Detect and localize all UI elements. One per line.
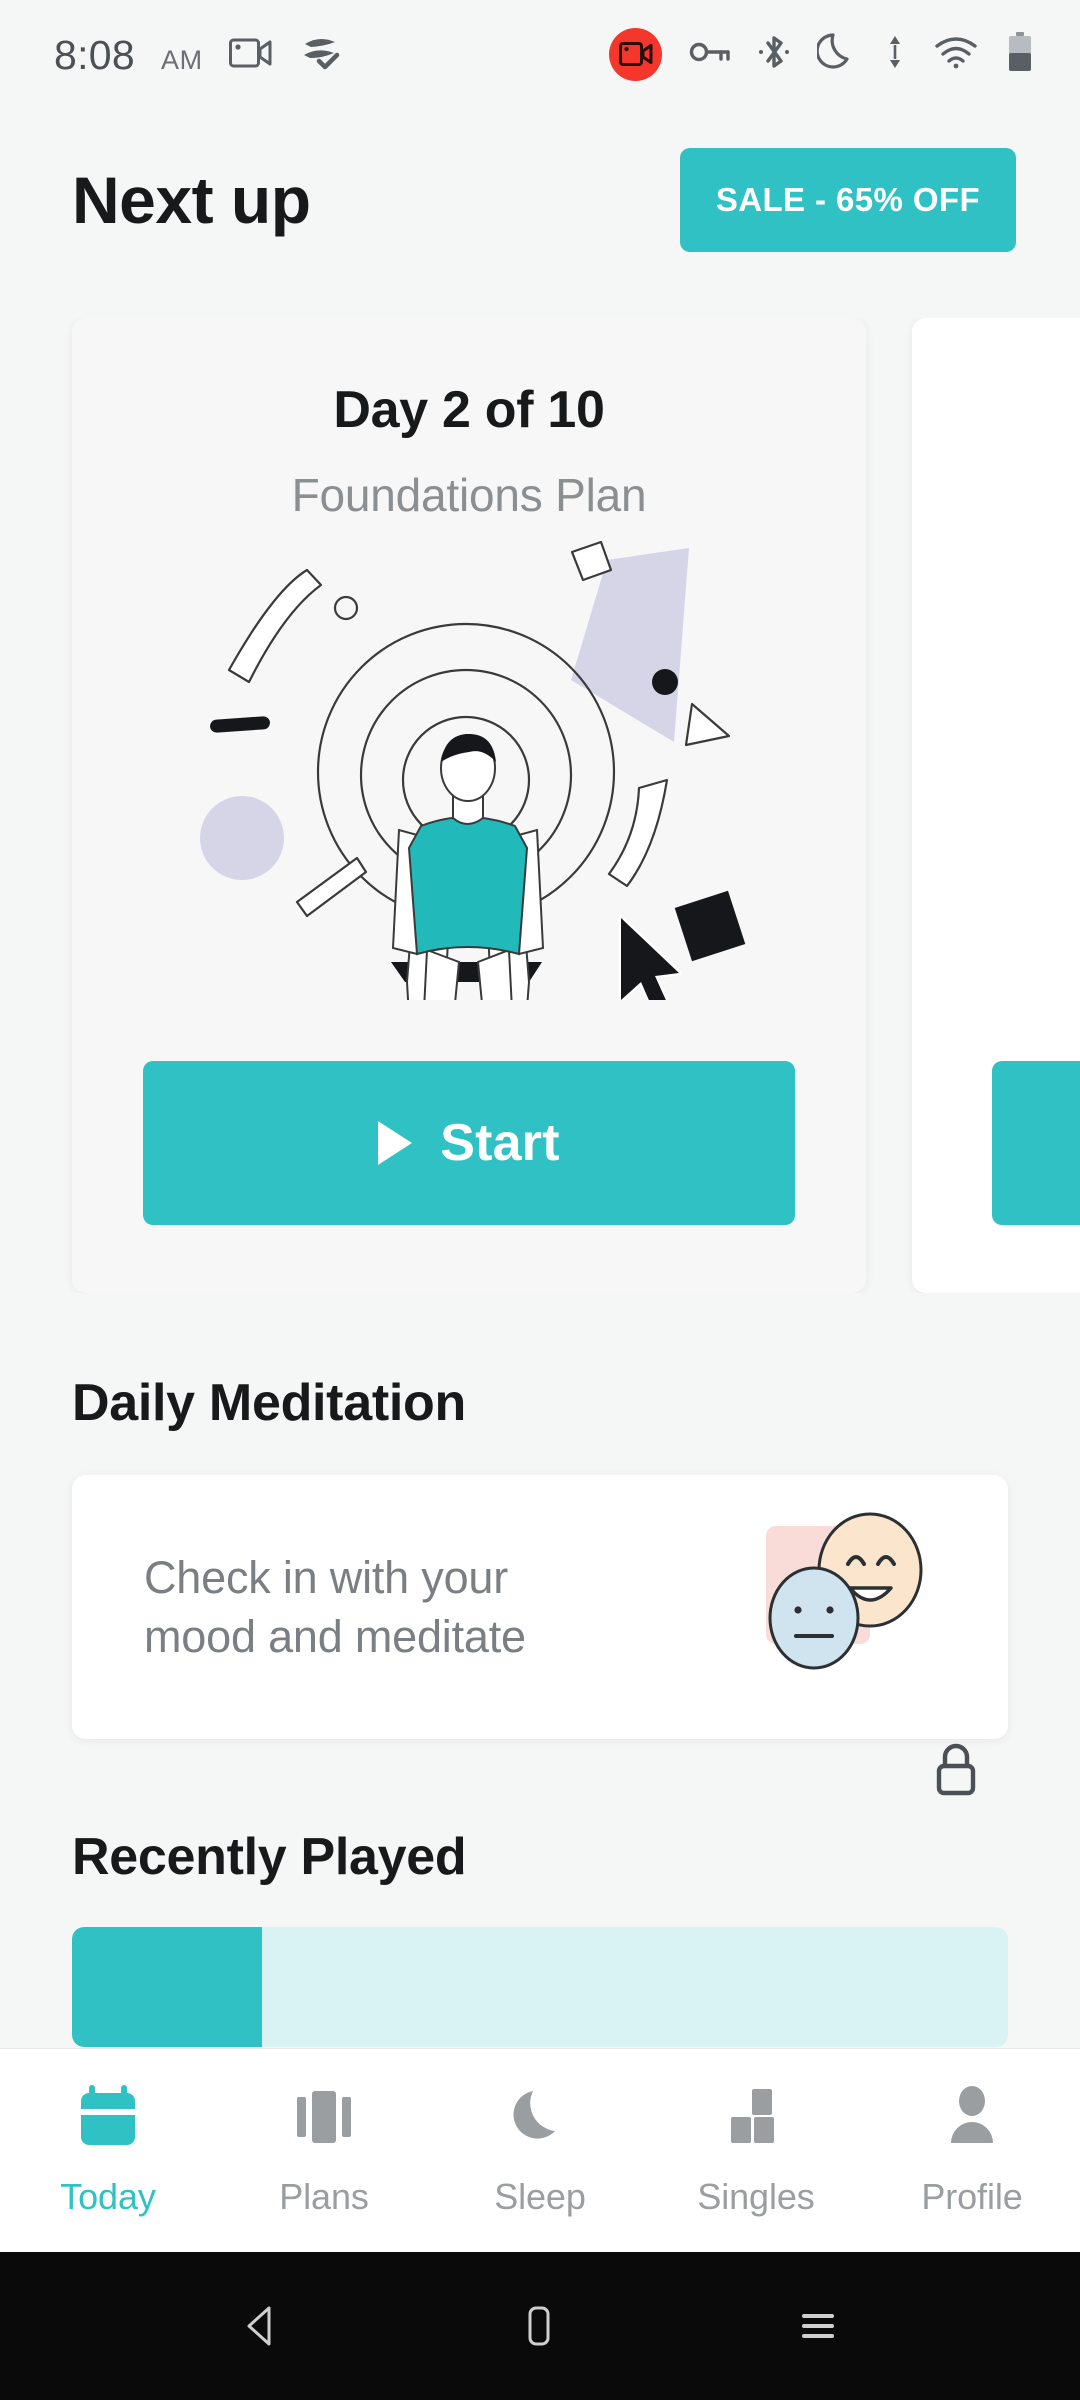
- status-bar-right: [609, 27, 1034, 81]
- sale-button[interactable]: SALE - 65% OFF: [679, 148, 1016, 252]
- recently-played-thumbnail: [72, 1927, 262, 2047]
- recently-played-card[interactable]: [72, 1927, 1008, 2047]
- app-header: Next up SALE - 65% OFF: [0, 108, 1080, 252]
- daily-meditation-section: Daily Meditation Check in with your mood…: [0, 1373, 1080, 1739]
- person-icon: [941, 2083, 1003, 2154]
- next-card-action-button[interactable]: [992, 1061, 1080, 1225]
- do-not-disturb-moon-icon: [815, 31, 857, 78]
- battery-icon: [1006, 31, 1034, 78]
- nav-label-plans: Plans: [279, 2176, 369, 2217]
- blocks-icon: [725, 2083, 787, 2154]
- moon-icon: [509, 2083, 571, 2154]
- status-bar-am-pm: AM: [161, 44, 203, 75]
- plan-card-next[interactable]: [912, 318, 1080, 1293]
- nav-item-singles[interactable]: Singles: [648, 2083, 864, 2218]
- plan-day-label: Day 2 of 10: [333, 381, 605, 439]
- home-square-icon[interactable]: [519, 2302, 559, 2350]
- nav-label-profile: Profile: [921, 2176, 1023, 2217]
- nav-label-today: Today: [60, 2176, 156, 2217]
- status-bar: 8:08 AM: [0, 0, 1080, 108]
- plan-card-primary[interactable]: Day 2 of 10 Foundations Plan Start: [72, 318, 866, 1293]
- nav-item-profile[interactable]: Profile: [864, 2083, 1080, 2218]
- nav-item-plans[interactable]: Plans: [216, 2083, 432, 2218]
- daily-meditation-title: Daily Meditation: [72, 1374, 466, 1432]
- start-button[interactable]: Start: [143, 1061, 795, 1225]
- nav-item-sleep[interactable]: Sleep: [432, 2083, 648, 2218]
- play-triangle-icon: [378, 1121, 413, 1165]
- mood-checkin-line2: mood and meditate: [144, 1611, 526, 1662]
- status-bar-clock: 8:08: [54, 31, 135, 78]
- wifi-icon: [933, 34, 979, 75]
- bottom-navigation-bar: Today Plans Sleep Singles Profile: [0, 2048, 1080, 2252]
- recents-menu-icon[interactable]: [794, 2302, 842, 2350]
- calendar-icon: [77, 2083, 139, 2154]
- screen-record-camera-icon: [228, 35, 273, 76]
- lock-icon: [930, 1740, 982, 1803]
- plan-carousel[interactable]: Day 2 of 10 Foundations Plan Start: [0, 318, 1080, 1293]
- screen-recording-active-icon: [609, 27, 662, 81]
- android-system-nav: [0, 2252, 1080, 2400]
- nav-item-today[interactable]: Today: [0, 2083, 216, 2218]
- start-button-label: Start: [440, 1114, 560, 1172]
- mood-faces-illustration: [752, 1512, 952, 1702]
- vpn-key-icon: [689, 39, 731, 70]
- mood-checkin-line1: Check in with your: [144, 1551, 509, 1603]
- status-bar-left: 8:08 AM: [54, 33, 343, 76]
- data-transfer-arrows-icon: [884, 33, 906, 76]
- data-saver-check-icon: [299, 33, 343, 76]
- mood-checkin-text: Check in with your mood and meditate: [144, 1548, 526, 1667]
- bluetooth-icon: [758, 32, 790, 77]
- seated-person-meditating-illustration: [169, 530, 769, 1099]
- page-title: Next up: [72, 163, 311, 237]
- columns-icon: [293, 2083, 355, 2154]
- nav-label-singles: Singles: [697, 2176, 815, 2217]
- recently-played-title: Recently Played: [72, 1828, 467, 1886]
- mouse-pointer-cursor: [618, 915, 682, 1017]
- mood-checkin-card[interactable]: Check in with your mood and meditate: [72, 1475, 1008, 1739]
- recently-played-section: Recently Played: [0, 1827, 1080, 2047]
- nav-label-sleep: Sleep: [494, 2176, 586, 2217]
- back-triangle-icon[interactable]: [238, 2302, 284, 2350]
- plan-name-label: Foundations Plan: [291, 469, 647, 521]
